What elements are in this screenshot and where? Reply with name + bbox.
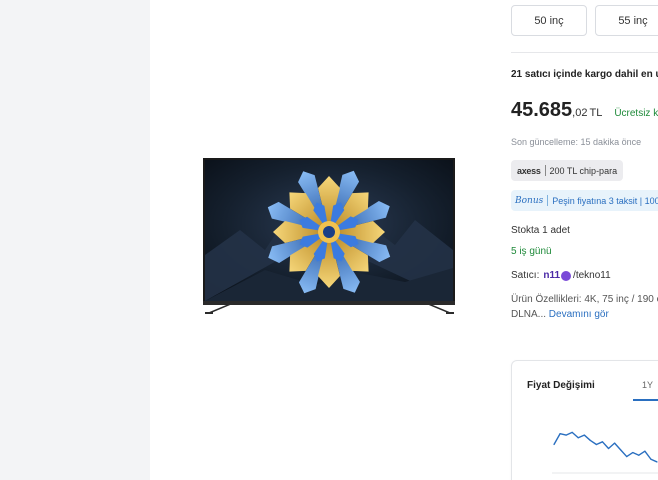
axess-badge-text: 200 TL chip-para: [549, 165, 618, 176]
badge-separator: [547, 195, 549, 206]
price-point: [644, 450, 646, 452]
size-option-55[interactable]: 55 inç: [595, 5, 658, 36]
price-point: [565, 434, 567, 436]
badge-separator: [544, 165, 546, 176]
price-point: [626, 455, 628, 458]
size-option-50[interactable]: 50 inç: [511, 5, 587, 36]
delivery-time: 5 iş günü: [511, 246, 552, 257]
price-history-chart: [552, 431, 658, 474]
size-option-label: 50 inç: [534, 14, 564, 27]
price-point: [577, 437, 579, 439]
price-decimals: ,02: [572, 107, 588, 119]
range-tab-1y[interactable]: 1Y: [642, 380, 653, 390]
seller-row: Satıcı: n11 /tekno11: [511, 270, 611, 281]
price-history-title: Fiyat Değişimi: [527, 380, 595, 391]
product-image[interactable]: [200, 155, 458, 317]
installment-text: Peşin fiyatına 3 taksit | 100 T: [552, 195, 658, 206]
price-history-card: Fiyat Değişimi 1Y: [511, 360, 658, 480]
installment-badge[interactable]: Bonus Peşin fiyatına 3 taksit | 100 T: [511, 190, 658, 211]
bonus-logo: Bonus: [515, 195, 544, 206]
tv-bezel: [203, 301, 455, 305]
price-currency: TL: [589, 107, 603, 119]
divider: [511, 52, 658, 53]
features-line-1: Ürün Özellikleri: 4K, 75 inç / 190 cm: [511, 294, 658, 305]
features-line-2: DLNA... Devamını gör: [511, 307, 658, 322]
price-point: [553, 443, 555, 446]
price-point: [620, 449, 622, 451]
stock-status: Stokta 1 adet: [511, 225, 570, 236]
flower-artwork-icon: [205, 160, 453, 301]
size-option-label: 55 inç: [618, 14, 648, 27]
price-point: [607, 447, 610, 450]
n11-logo-mark-icon: [561, 270, 572, 281]
tv-stand-left-icon: [205, 303, 235, 314]
price-point: [638, 454, 640, 456]
price-point: [632, 451, 634, 454]
price-point: [583, 434, 585, 436]
n11-logo-text: n11: [543, 270, 561, 281]
price-row: 45.685 ,02 TL Ücretsiz k: [511, 99, 658, 122]
price-point: [595, 443, 598, 446]
tv-screen-artwork: [203, 158, 455, 303]
seller-store-name[interactable]: /tekno11: [573, 270, 611, 281]
range-tab-indicator: [633, 399, 658, 401]
axess-chip-para-badge[interactable]: axess 200 TL chip-para: [511, 160, 624, 181]
n11-logo[interactable]: n11: [543, 270, 572, 281]
price-point: [656, 461, 658, 463]
read-more-link[interactable]: Devamını gör: [549, 309, 609, 320]
tv-stand-right-icon: [424, 303, 454, 314]
price-point: [571, 431, 573, 433]
price-point: [559, 433, 561, 435]
price-main: 45.685: [511, 99, 573, 121]
free-shipping-label: Ücretsiz k: [614, 108, 658, 119]
seller-label: Satıcı:: [511, 270, 540, 281]
price-point: [650, 458, 652, 460]
features-line-2-text: DLNA...: [511, 309, 547, 320]
price-point: [613, 442, 616, 444]
price-point: [601, 441, 604, 443]
price-point: [589, 439, 591, 442]
product-features: Ürün Özellikleri: 4K, 75 inç / 190 cm DL…: [511, 292, 658, 322]
axess-logo: axess: [517, 165, 541, 176]
seller-count-heading: 21 satıcı içinde kargo dahil en u: [511, 69, 658, 80]
left-gutter: [0, 0, 150, 480]
last-update: Son güncelleme: 15 dakika önce: [511, 137, 642, 147]
price-series-line: [553, 431, 658, 463]
